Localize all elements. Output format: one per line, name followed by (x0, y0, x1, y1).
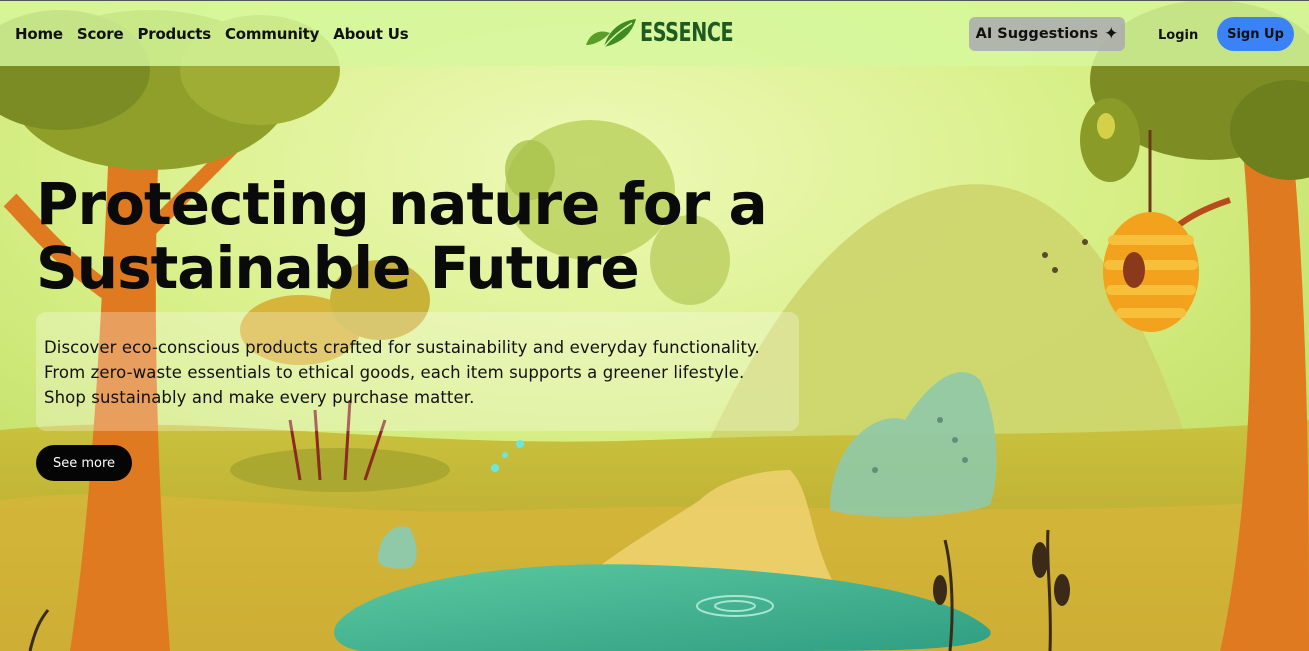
nav-link-community[interactable]: Community (225, 25, 319, 43)
ai-suggestions-label: AI Suggestions (975, 26, 1099, 42)
hero-description-box: Discover eco-conscious products crafted … (36, 312, 799, 431)
brand-name: ESSENCE (640, 18, 734, 48)
leaf-logo-icon (586, 19, 636, 48)
login-button[interactable]: Login (1150, 24, 1206, 46)
navbar: Home Score Products Community About Us E… (0, 0, 1309, 66)
hero-title: Protecting nature for a Sustainable Futu… (36, 172, 796, 300)
sparkle-icon: ✦ (1104, 23, 1119, 44)
nav-link-home[interactable]: Home (15, 25, 63, 43)
ai-suggestions-button[interactable]: AI Suggestions ✦ (969, 17, 1125, 51)
see-more-button[interactable]: See more (36, 445, 132, 481)
hero-title-line-1: Protecting nature for a (36, 170, 768, 238)
brand-logo[interactable]: ESSENCE (582, 15, 754, 51)
hero-description: Discover eco-conscious products crafted … (44, 338, 760, 407)
sign-up-button[interactable]: Sign Up (1217, 17, 1294, 51)
nav-link-products[interactable]: Products (137, 25, 211, 43)
nav-link-score[interactable]: Score (77, 25, 124, 43)
nav-link-about-us[interactable]: About Us (333, 25, 408, 43)
hero-title-line-2: Sustainable Future (36, 234, 640, 302)
nav-links: Home Score Products Community About Us (15, 25, 422, 43)
